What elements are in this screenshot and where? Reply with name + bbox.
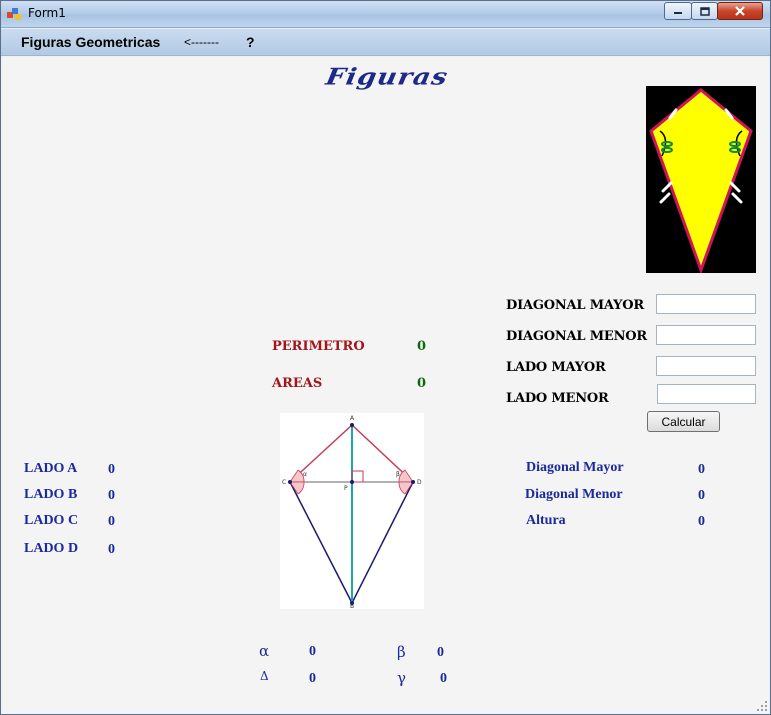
lado-c-value: 0 <box>108 514 115 529</box>
menu-help[interactable]: ? <box>246 34 255 50</box>
perimetro-label: PERIMETRO <box>272 339 365 354</box>
vertex-a-label: A <box>350 415 355 422</box>
lado-b-label: LADO B <box>24 487 78 502</box>
minimize-button[interactable] <box>664 2 692 20</box>
resize-grip-icon[interactable] <box>756 700 768 712</box>
beta-value: 0 <box>437 645 444 660</box>
perimetro-value: 0 <box>417 339 427 354</box>
alpha-value: 0 <box>309 644 316 659</box>
lado-menor-label: LADO MENOR <box>506 391 609 406</box>
main-window: Form1 Figuras Geometricas <------- ? Fig… <box>0 0 771 715</box>
vertex-b-label: B <box>350 603 354 609</box>
point-p-label: P <box>344 485 348 492</box>
calcular-button[interactable]: Calcular <box>647 411 720 432</box>
altura-label: Altura <box>526 513 566 528</box>
kite-shape-image <box>646 86 756 273</box>
menu-back[interactable]: <------- <box>184 35 219 49</box>
lado-c-label: LADO C <box>24 513 79 528</box>
lado-d-label: LADO D <box>24 541 79 556</box>
lado-mayor-input[interactable] <box>656 356 756 376</box>
vertex-d-label: D <box>417 479 422 486</box>
gamma-value: 0 <box>440 671 447 686</box>
diagonal-menor-input[interactable] <box>656 325 756 345</box>
diagonal-mayor-label: DIAGONAL MAYOR <box>506 298 644 313</box>
close-icon <box>735 6 745 16</box>
lado-a-value: 0 <box>108 462 115 477</box>
lado-d-value: 0 <box>108 542 115 557</box>
lado-menor-input[interactable] <box>657 384 756 404</box>
diagonal-menor-result-value: 0 <box>698 488 705 503</box>
diagonal-mayor-input[interactable] <box>656 294 756 314</box>
diagonal-menor-label: DIAGONAL MENOR <box>506 329 648 344</box>
angle-beta-label: β <box>396 471 400 478</box>
gamma-symbol: γ <box>397 669 406 687</box>
delta-symbol: Δ <box>260 669 269 683</box>
lado-b-value: 0 <box>108 488 115 503</box>
app-icon <box>7 8 21 20</box>
lado-a-label: LADO A <box>24 461 78 476</box>
diagonal-mayor-result-label: Diagonal Mayor <box>526 460 624 475</box>
maximize-icon <box>699 6 710 16</box>
maximize-button[interactable] <box>691 2 718 20</box>
page-title: Figuras <box>323 64 451 91</box>
window-title: Form1 <box>28 6 66 20</box>
minimize-icon <box>674 12 682 14</box>
areas-label: AREAS <box>272 376 323 391</box>
close-button[interactable] <box>717 2 763 20</box>
altura-value: 0 <box>698 514 705 529</box>
kite-diagram: A C D B P α β <box>280 413 424 609</box>
areas-value: 0 <box>417 376 427 391</box>
title-bar[interactable]: Form1 <box>1 1 770 28</box>
beta-symbol: β <box>397 643 406 661</box>
menu-bar: Figuras Geometricas <------- ? <box>1 29 770 56</box>
lado-mayor-label: LADO MAYOR <box>506 360 606 375</box>
menu-figuras-geometricas[interactable]: Figuras Geometricas <box>21 34 160 50</box>
diagonal-mayor-result-value: 0 <box>698 462 705 477</box>
delta-value: 0 <box>309 671 316 686</box>
alpha-symbol: α <box>259 642 270 660</box>
vertex-c-label: C <box>282 479 286 486</box>
angle-alpha-label: α <box>303 471 307 478</box>
diagonal-menor-result-label: Diagonal Menor <box>525 487 623 502</box>
